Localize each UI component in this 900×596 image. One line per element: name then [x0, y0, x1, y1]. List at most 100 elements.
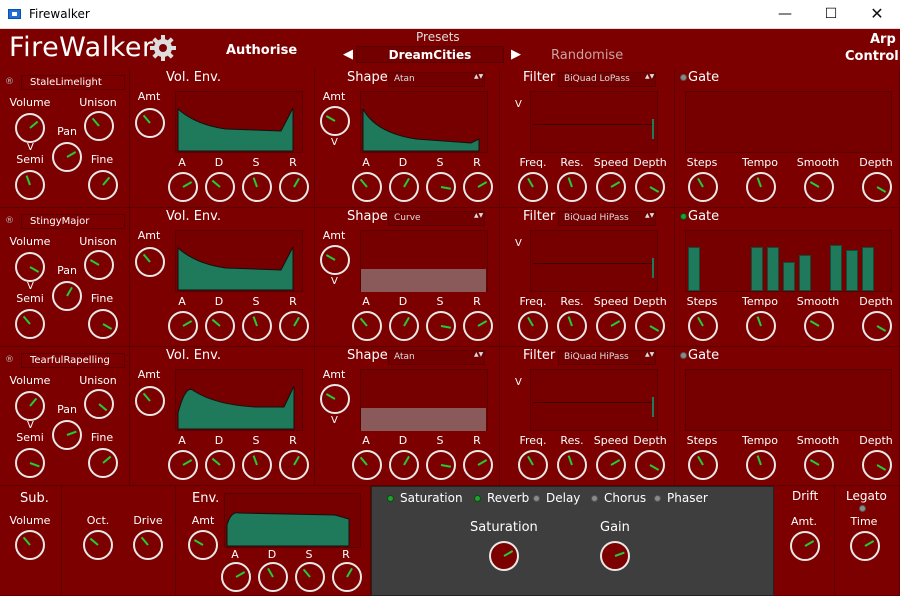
sub-env-a-knob[interactable] [221, 562, 251, 592]
shape-a-knob[interactable] [352, 311, 382, 341]
legato-led[interactable] [859, 505, 866, 512]
filter-dropdown[interactable]: BiQuad HiPass ▲▼ [558, 211, 656, 226]
filter-depth-knob[interactable] [635, 311, 665, 341]
osc-name-field[interactable]: TearfulRapelling [21, 353, 125, 368]
preset-next-button[interactable]: ▶ [511, 47, 521, 62]
env-amt-knob[interactable] [135, 386, 165, 416]
fx-saturation-led[interactable] [387, 495, 394, 502]
filter-speed-knob[interactable] [596, 450, 626, 480]
env-a-knob[interactable] [168, 450, 198, 480]
sub-volume-knob[interactable] [15, 530, 45, 560]
shape-a-knob[interactable] [352, 450, 382, 480]
semi-knob[interactable] [15, 309, 45, 339]
gate-steps-knob[interactable] [688, 450, 718, 480]
gate-depth-knob[interactable] [862, 172, 892, 202]
shape-s-knob[interactable] [426, 311, 456, 341]
filter-freq-knob[interactable] [518, 450, 548, 480]
env-amt-knob[interactable] [135, 247, 165, 277]
shape-amt-knob[interactable] [320, 245, 350, 275]
shape-s-knob[interactable] [426, 450, 456, 480]
env-r-knob[interactable] [279, 172, 309, 202]
shape-r-knob[interactable] [463, 172, 493, 202]
gate-tempo-knob[interactable] [746, 311, 776, 341]
gate-tempo-knob[interactable] [746, 172, 776, 202]
shape-dropdown[interactable]: Atan ▲▼ [388, 350, 485, 365]
semi-knob[interactable] [15, 170, 45, 200]
fx-tab-saturation[interactable]: Saturation [400, 491, 463, 505]
gate-led[interactable] [680, 352, 687, 359]
fine-knob[interactable] [88, 448, 118, 478]
env-d-knob[interactable] [205, 172, 235, 202]
gate-step-bar[interactable] [798, 255, 811, 291]
fx-tab-reverb[interactable]: Reverb [487, 491, 529, 505]
preset-prev-button[interactable]: ◀ [343, 47, 353, 62]
shape-d-knob[interactable] [389, 311, 419, 341]
preset-name-field[interactable]: DreamCities [356, 46, 504, 63]
gate-tempo-knob[interactable] [746, 450, 776, 480]
env-s-knob[interactable] [242, 450, 272, 480]
env-a-knob[interactable] [168, 311, 198, 341]
control-label[interactable]: Control [845, 49, 899, 64]
sub-amt-knob[interactable] [188, 530, 218, 560]
authorise-button[interactable]: Authorise [226, 43, 297, 58]
shape-a-knob[interactable] [352, 172, 382, 202]
fx-tab-chorus[interactable]: Chorus [604, 491, 646, 505]
gate-led[interactable] [680, 74, 687, 81]
shape-dropdown[interactable]: Curve ▲▼ [388, 211, 485, 226]
sub-env-r-knob[interactable] [332, 562, 362, 592]
filter-dropdown[interactable]: BiQuad HiPass ▲▼ [558, 350, 656, 365]
gate-led[interactable] [680, 213, 687, 220]
env-r-knob[interactable] [279, 450, 309, 480]
sub-env-d-knob[interactable] [258, 562, 288, 592]
gate-step-bar[interactable] [861, 247, 874, 291]
filter-freq-knob[interactable] [518, 172, 548, 202]
oct-knob[interactable] [83, 530, 113, 560]
shape-amt-knob[interactable] [320, 106, 350, 136]
filter-res-knob[interactable] [557, 311, 587, 341]
shape-dropdown[interactable]: Atan ▲▼ [388, 72, 485, 87]
filter-dropdown[interactable]: BiQuad LoPass ▲▼ [558, 72, 656, 87]
close-button[interactable]: ✕ [854, 0, 900, 29]
fx-reverb-led[interactable] [474, 495, 481, 502]
filter-res-knob[interactable] [557, 450, 587, 480]
fx-delay-led[interactable] [533, 495, 540, 502]
fine-knob[interactable] [88, 309, 118, 339]
fx-chorus-led[interactable] [591, 495, 598, 502]
gate-smooth-knob[interactable] [804, 311, 834, 341]
drive-knob[interactable] [133, 530, 163, 560]
fine-knob[interactable] [88, 170, 118, 200]
filter-depth-knob[interactable] [635, 172, 665, 202]
fx-tab-phaser[interactable]: Phaser [667, 491, 708, 505]
gate-step-bar[interactable] [751, 247, 764, 291]
gain-knob[interactable] [600, 541, 630, 571]
osc-name-field[interactable]: StaleLimelight [21, 75, 125, 90]
env-s-knob[interactable] [242, 172, 272, 202]
shape-r-knob[interactable] [463, 311, 493, 341]
env-r-knob[interactable] [279, 311, 309, 341]
gate-step-bar[interactable] [782, 262, 795, 291]
minimize-button[interactable]: — [762, 0, 808, 29]
gate-step-bar[interactable] [688, 247, 700, 291]
shape-r-knob[interactable] [463, 450, 493, 480]
gate-step-bar[interactable] [846, 250, 858, 291]
filter-depth-knob[interactable] [635, 450, 665, 480]
maximize-button[interactable]: ☐ [808, 0, 854, 29]
shape-d-knob[interactable] [389, 450, 419, 480]
shape-d-knob[interactable] [389, 172, 419, 202]
shape-s-knob[interactable] [426, 172, 456, 202]
gate-depth-knob[interactable] [862, 311, 892, 341]
shape-amt-knob[interactable] [320, 384, 350, 414]
filter-freq-knob[interactable] [518, 311, 548, 341]
gate-smooth-knob[interactable] [804, 172, 834, 202]
saturation-amount-knob[interactable] [489, 541, 519, 571]
env-s-knob[interactable] [242, 311, 272, 341]
fx-tab-delay[interactable]: Delay [546, 491, 580, 505]
osc-name-field[interactable]: StingyMajor [21, 214, 125, 229]
filter-res-knob[interactable] [557, 172, 587, 202]
legato-time-knob[interactable] [850, 531, 880, 561]
filter-speed-knob[interactable] [596, 311, 626, 341]
gate-smooth-knob[interactable] [804, 450, 834, 480]
drift-amt-knob[interactable] [790, 531, 820, 561]
gate-steps-knob[interactable] [688, 311, 718, 341]
filter-speed-knob[interactable] [596, 172, 626, 202]
